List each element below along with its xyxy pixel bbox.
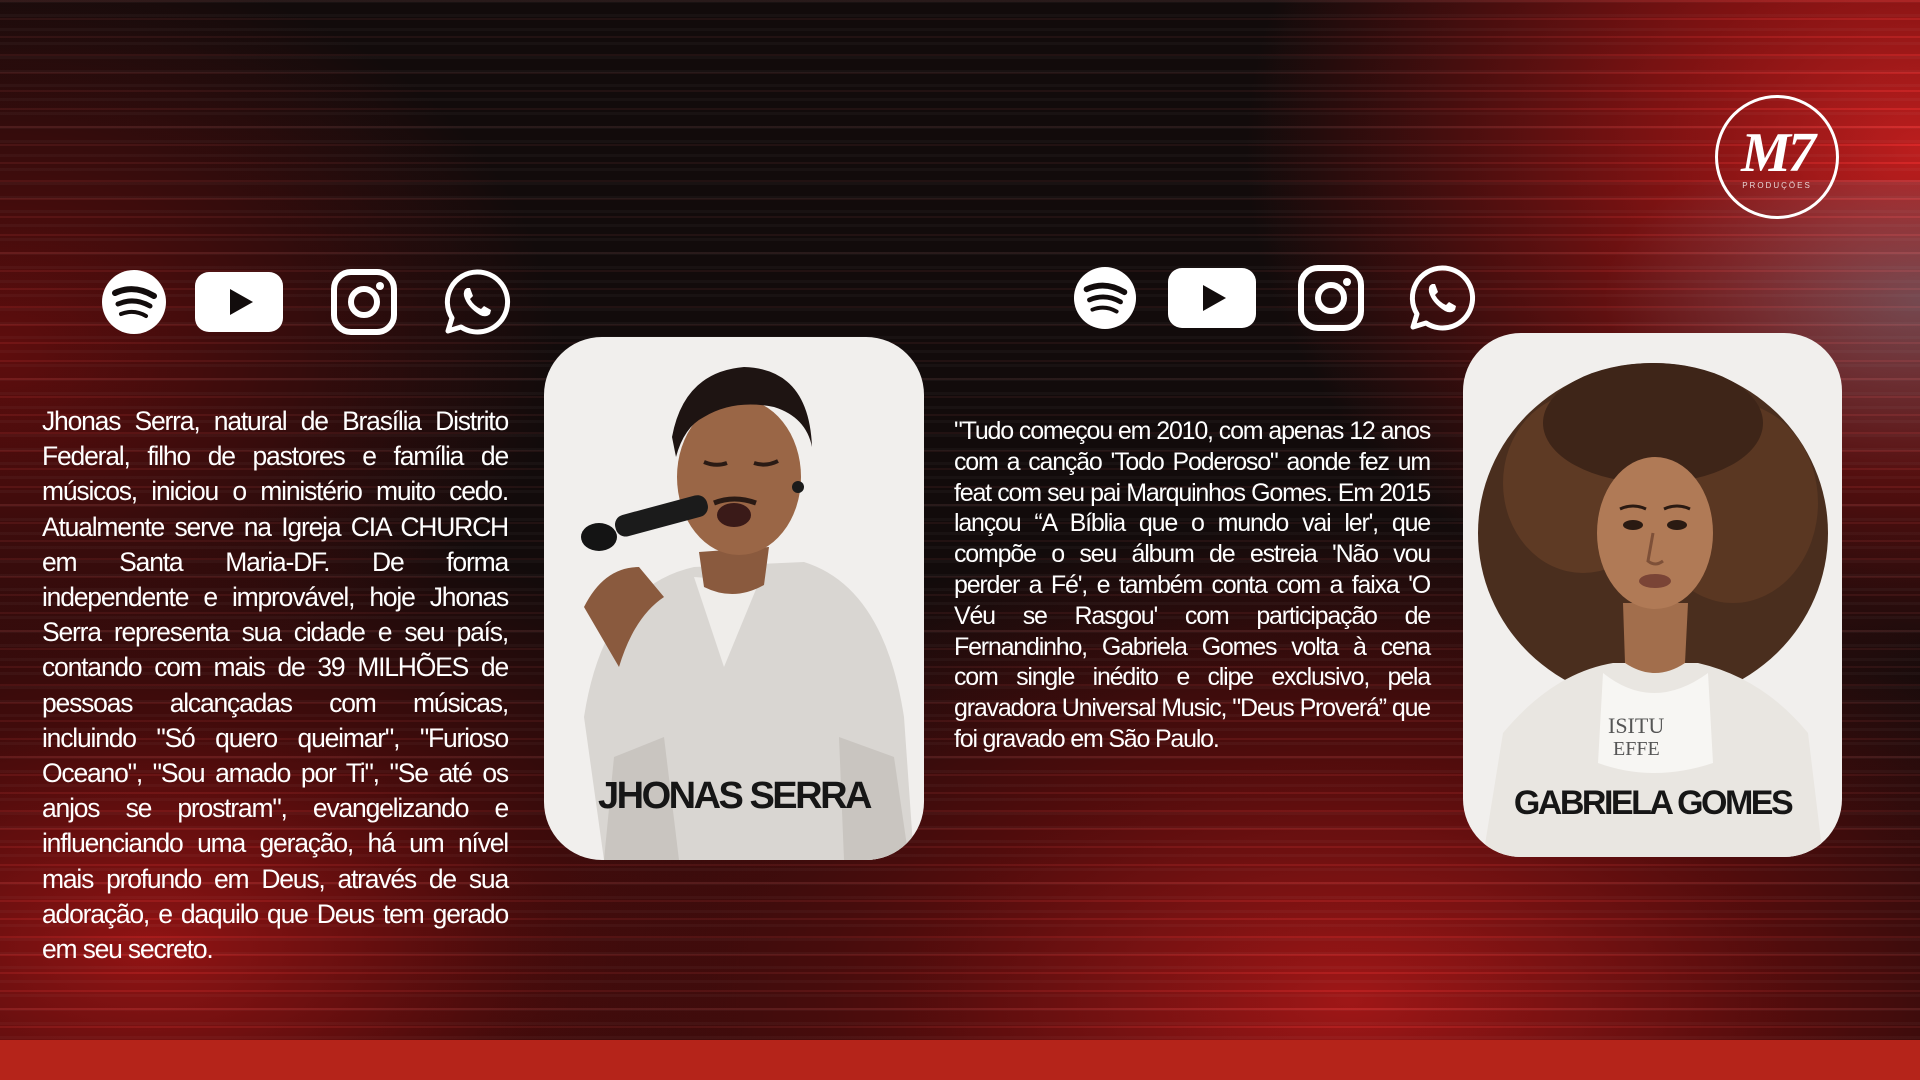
instagram-icon[interactable] [331,269,397,335]
artist-name-gabriela: GABRIELA GOMES [1513,784,1794,822]
gabriela-gomes-photo: ISITU EFFE [1478,363,1828,857]
spotify-icon[interactable] [1072,265,1138,331]
bottom-accent-bar [0,1040,1920,1080]
jhonas-serra-bio: Jhonas Serra, natural de Brasília Distri… [42,406,509,965]
youtube-icon[interactable] [195,272,283,332]
spotify-icon[interactable] [100,268,168,336]
logo-mark: M7 [1741,121,1816,184]
whatsapp-icon[interactable] [443,268,511,336]
m7-logo: M7 PRODUÇÕES [1715,95,1839,219]
artist-card-jhonas-serra: JHONAS SERRA [544,337,924,860]
artist-name-jhonas: JHONAS SERRA [598,775,872,817]
instagram-icon[interactable] [1298,265,1364,331]
social-icons-jhonas [100,268,511,336]
svg-text:ISITU: ISITU [1608,713,1664,738]
gabriela-gomes-bio: "Tudo começou em 2010, com apenas 12 ano… [954,417,1431,753]
youtube-icon[interactable] [1168,268,1256,328]
social-icons-gabriela [1072,264,1476,332]
artist-card-gabriela-gomes: ISITU EFFE GABRIELA GOMES [1463,333,1842,857]
svg-text:EFFE: EFFE [1613,738,1660,760]
press-kit-page: M7 PRODUÇÕES Jhonas Serra, natural de Br… [0,0,1920,1080]
whatsapp-icon[interactable] [1408,264,1476,332]
logo-subtitle: PRODUÇÕES [1742,180,1812,190]
